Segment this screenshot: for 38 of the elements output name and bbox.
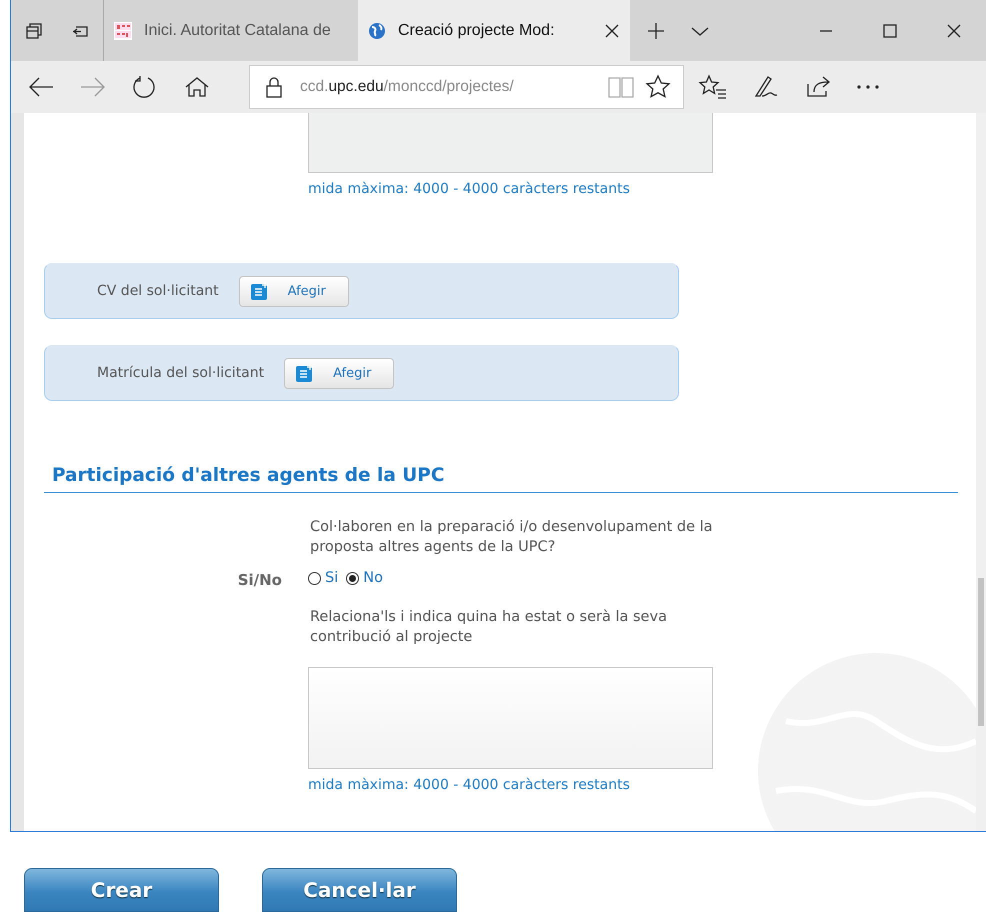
scrollbar-thumb[interactable] bbox=[978, 578, 984, 726]
url-segment[interactable]: upc.edu bbox=[328, 78, 384, 95]
tabs-aside-icon[interactable] bbox=[25, 22, 43, 40]
prompt-text: Relaciona'ls i indica quina ha estat o serà la seva contribució al projecte bbox=[309, 608, 668, 647]
address-bar[interactable]: ccd.upc.edu/monccd/projectes/ bbox=[249, 65, 684, 109]
character-counter: mida màxima: 4000 - 4000 caràcters restants bbox=[308, 777, 631, 793]
cancel-button[interactable]: Cancel·lar bbox=[262, 868, 457, 912]
attachment-label: CV del sol·licitant bbox=[97, 283, 219, 299]
radio-option[interactable]: Si bbox=[308, 567, 338, 589]
star-icon[interactable] bbox=[645, 74, 671, 100]
browser-tab[interactable]: Creació projecte Mod: bbox=[358, 0, 630, 61]
url-segment[interactable]: /monccd/projectes/ bbox=[384, 78, 514, 95]
back-icon[interactable] bbox=[27, 75, 55, 99]
question-text: Col·laboren en la preparació i/o desenvolupament de la proposta altres agents de la UPC? bbox=[309, 518, 714, 557]
section-heading: Participació d'altres agents de la UPC bbox=[44, 465, 958, 493]
favorites-icon[interactable] bbox=[698, 74, 728, 100]
create-button[interactable]: Crear bbox=[24, 868, 219, 912]
home-icon[interactable] bbox=[183, 75, 211, 99]
add-document-icon[interactable] bbox=[250, 281, 270, 301]
site-logo-icon[interactable] bbox=[114, 22, 132, 40]
maximize-icon[interactable] bbox=[882, 22, 898, 38]
radio-button[interactable] bbox=[346, 572, 360, 584]
radio-option[interactable]: No bbox=[346, 567, 383, 589]
attachment-label: Matrícula del sol·licitant bbox=[97, 365, 264, 381]
scrollbar[interactable] bbox=[976, 113, 986, 831]
close-icon[interactable] bbox=[946, 22, 962, 38]
radio-button[interactable] bbox=[308, 572, 321, 584]
close-icon[interactable] bbox=[604, 22, 620, 38]
add-button[interactable]: Afegir bbox=[284, 358, 394, 388]
globe-icon[interactable] bbox=[368, 22, 386, 40]
add-document-icon[interactable] bbox=[295, 363, 316, 383]
character-counter: mida màxima: 4000 - 4000 caràcters restants bbox=[308, 181, 631, 197]
more-icon[interactable] bbox=[856, 84, 880, 90]
add-button[interactable]: Afegir bbox=[238, 276, 349, 306]
field-label: Si/No bbox=[236, 571, 283, 589]
lock-icon[interactable] bbox=[264, 76, 284, 98]
url-segment[interactable]: ccd. bbox=[300, 78, 328, 95]
new-tab-icon[interactable] bbox=[646, 20, 666, 40]
